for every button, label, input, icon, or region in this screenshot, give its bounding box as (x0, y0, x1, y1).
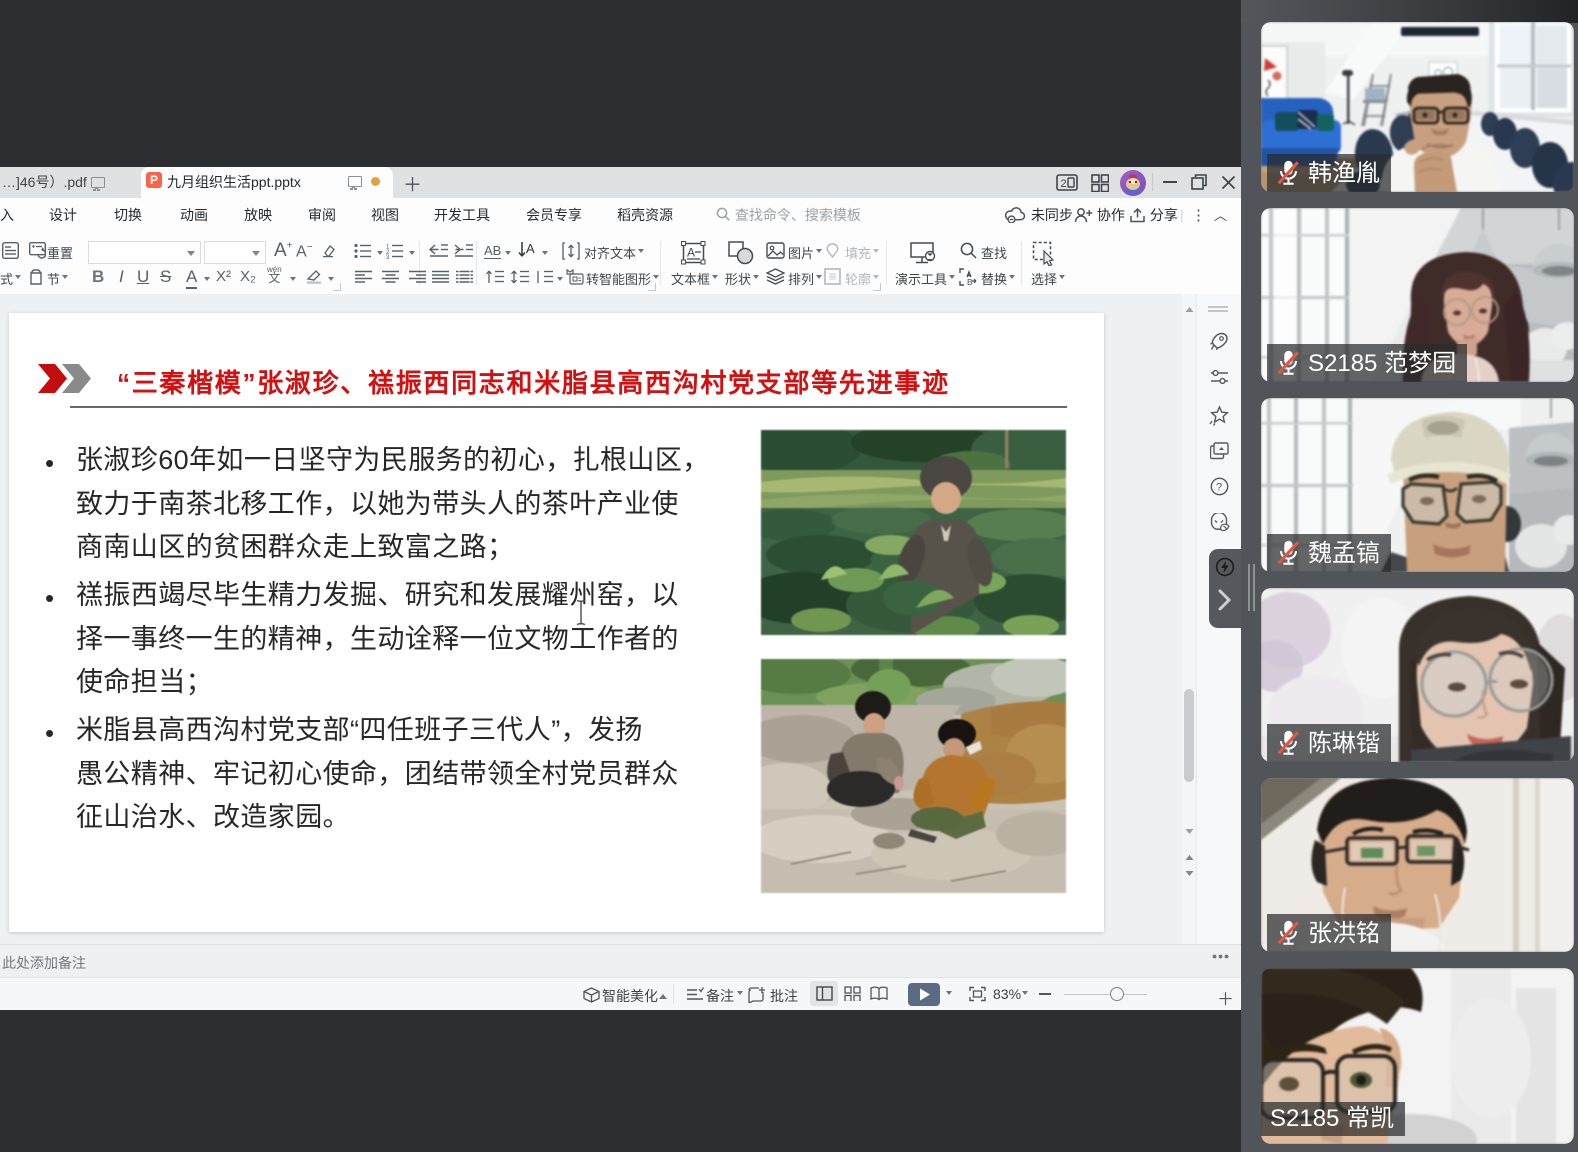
svg-text:A: A (526, 241, 535, 256)
svg-text:?: ? (1216, 482, 1222, 494)
svg-text:2: 2 (1061, 178, 1067, 190)
svg-text:3: 3 (386, 255, 390, 259)
svg-text:A: A (687, 246, 695, 260)
